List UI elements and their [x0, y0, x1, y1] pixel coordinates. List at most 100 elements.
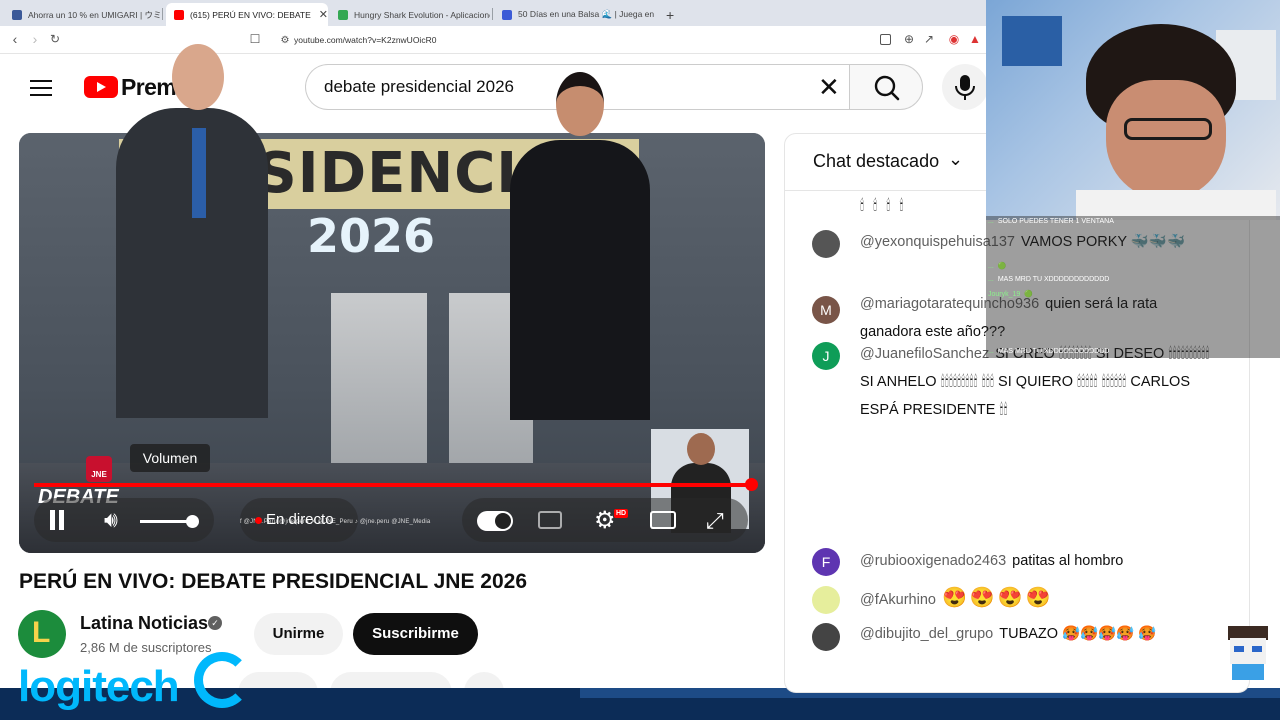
zoom-icon[interactable]: ⊕ — [900, 31, 918, 47]
overlay-chat-user: Jouryk_19 — [988, 291, 1021, 298]
moderator-head — [556, 72, 604, 136]
share-icon[interactable]: ↗ — [920, 31, 938, 47]
chat-message-text: 🕯🕯🕯🕯 — [860, 198, 913, 214]
cast-icon[interactable] — [880, 34, 891, 45]
subscribe-button[interactable]: Suscribirme — [353, 613, 478, 655]
hd-badge: HD — [614, 509, 629, 518]
moderator-figure — [510, 140, 650, 420]
chat-avatar[interactable]: J — [812, 342, 840, 370]
video-title: PERÚ EN VIVO: DEBATE PRESIDENCIAL JNE 20… — [19, 570, 528, 593]
tab-title: Ahorra un 10 % en UMIGARI | ウミガリ — [28, 9, 160, 20]
chat-message-text: patitas al hombro — [1012, 553, 1124, 569]
back-icon[interactable]: ‹ — [6, 31, 24, 47]
browser-tab-youtube[interactable]: (615) PERÚ EN VIVO: DEBATE ✕ — [166, 3, 328, 26]
subtitles-icon[interactable] — [538, 511, 562, 529]
join-button[interactable]: Unirme — [254, 613, 343, 655]
jne-logo: JNE — [86, 456, 112, 482]
settings-gear-icon[interactable]: ⚙ — [594, 506, 616, 535]
progress-fill — [34, 483, 752, 487]
volume-icon[interactable]: 🔊︎ — [104, 507, 118, 533]
overlay-chat-user: ... — [988, 263, 994, 270]
overlay-chat-text: MAS MRD TU XDDDDDDDDDDDD — [997, 276, 1110, 283]
browser-tab-strip: Ahorra un 10 % en UMIGARI | ウミガリ (615) P… — [0, 0, 986, 26]
tab-divider — [162, 8, 163, 20]
overlay-chat-user: ... — [988, 348, 994, 355]
pause-icon[interactable] — [48, 510, 66, 530]
chat-author[interactable]: @JuanefiloSanchez — [860, 346, 989, 362]
extension-icon[interactable]: ◉ — [945, 31, 963, 47]
youtube-favicon-icon — [174, 9, 184, 20]
chat-avatar[interactable] — [812, 230, 840, 258]
menu-icon[interactable] — [30, 80, 52, 96]
chat-avatar[interactable] — [812, 623, 840, 651]
tab-favicon — [12, 9, 22, 20]
candidate-tie — [192, 128, 206, 218]
pixel-mascot-icon — [1228, 626, 1268, 680]
chat-author[interactable]: @dibujito_del_grupo — [860, 626, 993, 642]
chat-avatar[interactable] — [812, 586, 840, 614]
browser-toolbar: ‹ › ↻ ☐ youtube.com/watch?v=K2znwUOicR0 … — [0, 26, 986, 54]
browser-tab-umigari[interactable]: Ahorra un 10 % en UMIGARI | ウミガリ — [4, 3, 160, 26]
channel-avatar[interactable] — [18, 610, 66, 658]
streamer-face — [1106, 80, 1226, 200]
chat-message-text: TUBAZO 🥵🥵🥵🥵 🥵 — [999, 626, 1157, 642]
fullscreen-icon[interactable]: ⤢ — [706, 508, 724, 534]
overlay-chat-user: ... — [988, 276, 994, 283]
volume-knob[interactable] — [186, 515, 199, 528]
overlay-chat-text: SOLO PUEDES TENER 1 VENTANA — [997, 218, 1114, 225]
forward-icon[interactable]: › — [26, 31, 44, 47]
chat-author[interactable]: @rubiooxigenado2463 — [860, 553, 1006, 569]
logitech-logo: logitech — [18, 662, 180, 711]
search-icon — [874, 75, 900, 101]
warning-icon[interactable]: ▲ — [966, 31, 984, 47]
tab-title: Hungry Shark Evolution - Aplicacione — [354, 9, 490, 20]
volume-tooltip: Volumen — [130, 444, 210, 472]
progress-scrubber[interactable] — [745, 478, 758, 491]
channel-name[interactable]: Latina Noticias — [80, 613, 208, 634]
streamer-glasses — [1124, 118, 1212, 140]
address-bar[interactable]: youtube.com/watch?v=K2znwUOicR0 — [246, 30, 976, 50]
theater-mode-icon[interactable] — [650, 511, 676, 529]
autoplay-toggle[interactable] — [477, 511, 513, 531]
overlay-chat-user: ... — [988, 218, 994, 225]
live-dot-icon — [255, 517, 262, 524]
subscriber-count: 2,86 M de suscriptores — [80, 640, 212, 655]
new-tab-button[interactable]: + — [658, 3, 682, 26]
chat-author[interactable]: @fAkurhino — [860, 592, 936, 608]
chat-avatar[interactable]: M — [812, 296, 840, 324]
close-tab-icon[interactable]: ✕ — [319, 8, 328, 21]
sign-interpreter-head — [687, 433, 715, 465]
youtube-logo-icon[interactable] — [84, 76, 118, 98]
browser-tab-hungry-shark[interactable]: Hungry Shark Evolution - Aplicacione — [330, 3, 490, 26]
browser-tab-balsa[interactable]: 50 Días en una Balsa 🌊 | Juega en R — [494, 3, 654, 26]
overlay-chat-line: ... MAS MRD TU XDDDDDDDDDDDD — [988, 276, 1109, 283]
podium — [331, 293, 427, 483]
search-button[interactable] — [849, 64, 923, 110]
volume-slider[interactable] — [140, 520, 192, 523]
overlay-chat-line: Jouryk_19 🟢 — [988, 290, 1033, 298]
streamer-webcam — [986, 0, 1280, 220]
overlay-chat-line: ... 🟢 — [988, 262, 1007, 270]
plus-icon: + — [666, 6, 675, 23]
voice-search-button[interactable] — [942, 64, 988, 110]
chat-message: @rubiooxigenado2463 patitas al hombro — [860, 547, 1220, 575]
chat-mode-selector[interactable]: Chat destacado — [813, 151, 939, 172]
chat-avatar[interactable]: F — [812, 548, 840, 576]
reload-icon[interactable]: ↻ — [46, 31, 64, 47]
chevron-down-icon[interactable]: ⌄ — [948, 149, 963, 170]
chat-message-text: 😍😍😍😍 — [941, 587, 1054, 609]
overlay-chat-line: ... MAS MRD TU XDDDDDDDDDDDD — [988, 348, 1109, 355]
tab-title: (615) PERÚ EN VIVO: DEBATE — [190, 9, 311, 20]
chat-message: @dibujito_del_grupo TUBAZO 🥵🥵🥵🥵 🥵 — [860, 620, 1220, 648]
logitech-g-icon — [194, 652, 250, 708]
site-info-icon[interactable]: ⚙ — [276, 33, 294, 49]
tab-title: 50 Días en una Balsa 🌊 | Juega en R — [518, 9, 654, 19]
overlay-chat-text: 🟢 — [1024, 291, 1034, 298]
overlay-chat-text: 🟢 — [997, 263, 1007, 270]
candidate-head — [172, 44, 224, 110]
overlay-chat-text: MAS MRD TU XDDDDDDDDDDDD — [997, 348, 1110, 355]
clear-search-icon[interactable]: ✕ — [818, 72, 840, 102]
stage-year-text: 2026 — [307, 209, 436, 263]
search-query-text[interactable]: debate presidencial 2026 — [324, 77, 514, 97]
overlay-chat-line: ... SOLO PUEDES TENER 1 VENTANA — [988, 218, 1114, 225]
